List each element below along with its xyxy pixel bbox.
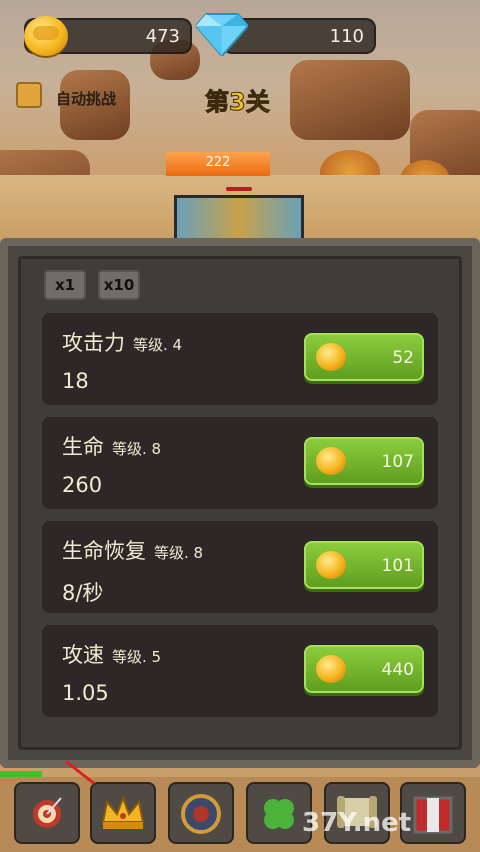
stat-card-attack-speed: 攻速 等级. 5 1.05 440 bbox=[42, 625, 438, 717]
upgrade-attack-speed-button[interactable]: 440 bbox=[304, 645, 424, 693]
upgrade-cost: 52 bbox=[392, 348, 414, 368]
stat-level: 等级. 8 bbox=[154, 544, 204, 562]
watermark: 37Y.net bbox=[302, 808, 412, 838]
stat-card-regen: 生命恢复 等级. 8 8/秒 101 bbox=[42, 521, 438, 613]
auto-challenge-checkbox[interactable] bbox=[16, 82, 42, 108]
coin-count: 473 bbox=[145, 26, 180, 47]
stat-card-attack: 攻击力 等级. 4 18 52 bbox=[42, 313, 438, 405]
diamond-count: 110 bbox=[329, 26, 364, 47]
diamond-icon bbox=[196, 13, 248, 56]
tab-target[interactable] bbox=[14, 782, 80, 844]
tab-shield[interactable] bbox=[168, 782, 234, 844]
stat-name-row: 生命恢复 等级. 8 bbox=[62, 535, 203, 565]
stat-name: 生命恢复 bbox=[62, 539, 146, 563]
stat-value: 1.05 bbox=[62, 681, 109, 705]
shield-icon bbox=[170, 792, 232, 845]
coin-icon bbox=[24, 16, 68, 56]
multiplier-x10-button[interactable]: x10 bbox=[98, 270, 140, 300]
upgrade-attack-button[interactable]: 52 bbox=[304, 333, 424, 381]
stat-value: 8/秒 bbox=[62, 581, 104, 605]
multiplier-x1-button[interactable]: x1 bbox=[44, 270, 86, 300]
stat-name-row: 生命 等级. 8 bbox=[62, 431, 161, 461]
upgrade-health-button[interactable]: 107 bbox=[304, 437, 424, 485]
stat-level: 等级. 8 bbox=[112, 440, 162, 458]
stat-name: 攻速 bbox=[62, 643, 104, 667]
upgrade-cost: 107 bbox=[381, 452, 414, 472]
stat-name-row: 攻速 等级. 5 bbox=[62, 639, 161, 669]
stat-name: 生命 bbox=[62, 435, 104, 459]
stat-level: 等级. 4 bbox=[133, 336, 183, 354]
coin-icon bbox=[316, 343, 346, 371]
rock bbox=[290, 60, 410, 140]
clover-icon bbox=[248, 792, 310, 845]
chest-icon bbox=[402, 792, 464, 845]
target-icon bbox=[16, 792, 78, 841]
tab-crown[interactable] bbox=[90, 782, 156, 844]
upgrade-cost: 101 bbox=[381, 556, 414, 576]
stat-card-health: 生命 等级. 8 260 107 bbox=[42, 417, 438, 509]
upgrade-regen-button[interactable]: 101 bbox=[304, 541, 424, 589]
coin-icon bbox=[316, 551, 346, 579]
stat-value: 18 bbox=[62, 369, 89, 393]
enemy-hp-value: 222 bbox=[205, 155, 231, 170]
stage-title: 第3关 bbox=[205, 88, 271, 117]
coin-icon bbox=[316, 447, 346, 475]
upgrade-cost: 440 bbox=[381, 660, 414, 680]
stat-name-row: 攻击力 等级. 4 bbox=[62, 327, 182, 357]
auto-challenge-label: 自动挑战 bbox=[56, 90, 117, 108]
enemy-hp-bar: 222 bbox=[166, 152, 270, 176]
crown-icon bbox=[92, 792, 154, 841]
coin-icon bbox=[316, 655, 346, 683]
stat-value: 260 bbox=[62, 473, 103, 497]
enemy-marker bbox=[226, 187, 252, 191]
stat-level: 等级. 5 bbox=[112, 648, 162, 666]
stat-name: 攻击力 bbox=[62, 331, 125, 355]
